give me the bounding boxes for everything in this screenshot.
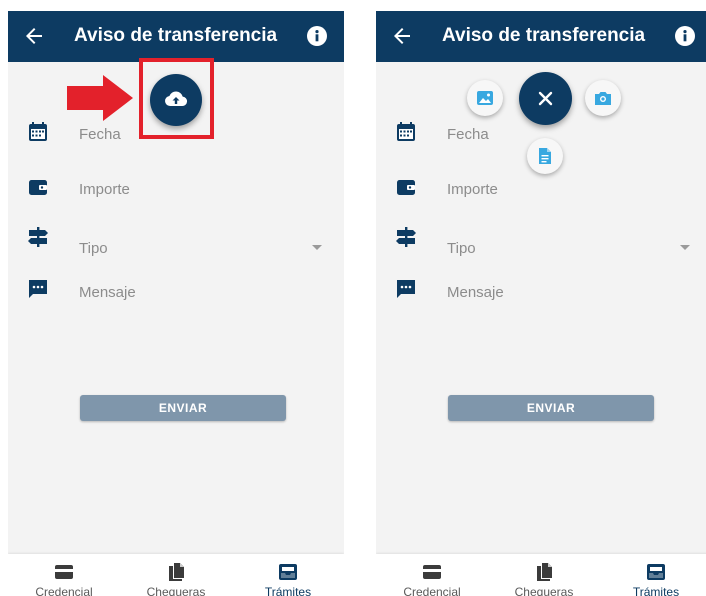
- nav-label: Chequeras: [514, 585, 574, 596]
- amount-field[interactable]: Importe: [79, 181, 130, 199]
- annotation-arrow-icon: [67, 75, 133, 121]
- message-field[interactable]: Mensaje: [447, 284, 504, 302]
- page-title: Aviso de transferencia: [442, 25, 646, 46]
- gallery-fab[interactable]: [467, 80, 503, 116]
- type-select[interactable]: Tipo: [447, 240, 476, 258]
- card-icon: [55, 565, 73, 579]
- card-icon: [423, 565, 441, 579]
- close-fab[interactable]: [519, 72, 572, 125]
- message-field[interactable]: Mensaje: [79, 284, 136, 302]
- nav-label: Credencial: [403, 585, 461, 596]
- calendar-icon: [29, 122, 47, 141]
- chevron-down-icon[interactable]: [680, 245, 690, 250]
- send-button[interactable]: ENVIAR: [448, 395, 654, 421]
- calendar-icon: [397, 122, 415, 141]
- signpost-icon: [396, 227, 416, 247]
- chevron-down-icon[interactable]: [312, 245, 322, 250]
- documents-icon: [537, 563, 552, 581]
- nav-label: Trámites: [632, 585, 680, 596]
- upload-screen-expanded: Aviso de transferencia Fecha Importe Tip…: [376, 11, 706, 596]
- app-bar: Aviso de transferencia: [376, 11, 706, 62]
- camera-icon: [595, 92, 611, 105]
- camera-fab[interactable]: [585, 80, 621, 116]
- nav-item-tramites[interactable]: Trámites: [232, 554, 344, 596]
- page-title: Aviso de transferencia: [74, 25, 278, 46]
- nav-item-credencial[interactable]: Credencial: [376, 554, 488, 596]
- close-icon: [538, 91, 553, 106]
- app-bar: Aviso de transferencia: [8, 11, 344, 62]
- info-icon[interactable]: [307, 26, 327, 46]
- inbox-icon: [647, 564, 665, 580]
- back-arrow-icon[interactable]: [22, 24, 46, 48]
- message-icon: [397, 280, 415, 298]
- back-arrow-icon[interactable]: [390, 24, 414, 48]
- wallet-icon: [397, 180, 415, 195]
- annotation-highlight-box: [139, 58, 214, 139]
- documents-icon: [169, 563, 184, 581]
- send-button[interactable]: ENVIAR: [80, 395, 286, 421]
- date-field[interactable]: Fecha: [79, 126, 121, 144]
- nav-label: Credencial: [35, 585, 93, 596]
- inbox-icon: [279, 564, 297, 580]
- bottom-navigation: Credencial Chequeras Trámites: [8, 554, 344, 596]
- nav-label: Trámites: [264, 585, 312, 596]
- nav-item-credencial[interactable]: Credencial: [8, 554, 120, 596]
- nav-item-chequeras[interactable]: Chequeras: [488, 554, 600, 596]
- type-select[interactable]: Tipo: [79, 240, 108, 258]
- nav-item-tramites[interactable]: Trámites: [600, 554, 706, 596]
- document-icon: [539, 148, 551, 164]
- image-icon: [477, 91, 493, 105]
- signpost-icon: [28, 227, 48, 247]
- date-field[interactable]: Fecha: [447, 126, 489, 144]
- amount-field[interactable]: Importe: [447, 181, 498, 199]
- document-fab[interactable]: [527, 138, 563, 174]
- bottom-navigation: Credencial Chequeras Trámites: [376, 554, 706, 596]
- wallet-icon: [29, 180, 47, 195]
- nav-label: Chequeras: [146, 585, 206, 596]
- nav-item-chequeras[interactable]: Chequeras: [120, 554, 232, 596]
- info-icon[interactable]: [675, 26, 695, 46]
- message-icon: [29, 280, 47, 298]
